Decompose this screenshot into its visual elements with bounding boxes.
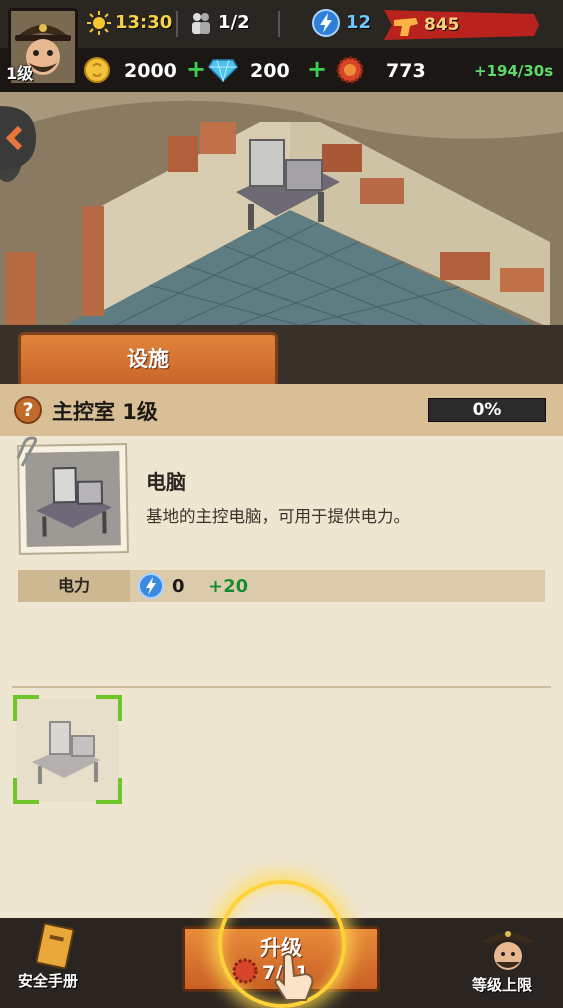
item-description: 基地的主控电脑，可用于提供电力。 bbox=[146, 507, 410, 526]
sheriff-portrait-icon bbox=[482, 931, 534, 970]
manual-label: 安全手册 bbox=[18, 972, 79, 990]
divider bbox=[176, 11, 178, 37]
energy-icon bbox=[138, 573, 164, 603]
bottle-cap-count: 773 bbox=[386, 60, 426, 82]
power-value: 845 bbox=[424, 15, 460, 35]
room-title: 主控室 1级 bbox=[52, 400, 158, 424]
slot-corner bbox=[13, 778, 39, 804]
equipment-slot[interactable] bbox=[13, 695, 122, 804]
player-level: 1级 bbox=[6, 64, 34, 83]
stat-label: 电力 bbox=[18, 570, 130, 602]
bottle-cap-icon bbox=[232, 958, 258, 988]
weapon-power-banner[interactable] bbox=[384, 6, 539, 48]
manual-book-icon bbox=[35, 922, 75, 970]
divider bbox=[278, 11, 280, 37]
slot-corner bbox=[96, 778, 122, 804]
level-cap-button[interactable]: 等级上限 bbox=[468, 922, 548, 998]
tab-facilities[interactable]: 设施 bbox=[18, 332, 278, 384]
energy-icon[interactable] bbox=[312, 9, 340, 41]
pointing-hand-icon bbox=[266, 950, 318, 1006]
diamond-count: 200 bbox=[250, 60, 290, 82]
safety-manual-button[interactable]: 安全手册 bbox=[14, 922, 90, 998]
help-icon[interactable]: ? bbox=[14, 396, 42, 424]
population-icon bbox=[188, 10, 214, 40]
add-coins-button[interactable]: + bbox=[186, 55, 206, 83]
income-rate: +194/30s bbox=[474, 62, 554, 80]
level-cap-label: 等级上限 bbox=[472, 976, 533, 994]
slot-corner bbox=[96, 695, 122, 721]
stat-value: 0 bbox=[172, 576, 185, 597]
add-diamonds-button[interactable]: + bbox=[307, 55, 327, 83]
stat-bonus: +20 bbox=[208, 576, 249, 597]
coin-count: 2000 bbox=[124, 60, 177, 82]
energy-count: 12 bbox=[346, 12, 372, 33]
progress-text: 0% bbox=[472, 400, 502, 420]
bottle-cap-icon bbox=[336, 56, 364, 88]
sun-icon bbox=[86, 10, 112, 40]
coin-icon bbox=[84, 57, 110, 87]
slot-corner bbox=[13, 695, 39, 721]
paperclip-icon bbox=[14, 436, 42, 474]
back-arrow-icon[interactable] bbox=[0, 106, 36, 174]
tab-label: 设施 bbox=[127, 347, 169, 371]
progress-bar: 0% bbox=[428, 398, 546, 422]
population-count: 1/2 bbox=[218, 12, 250, 33]
section-divider bbox=[12, 686, 551, 688]
room-scene[interactable] bbox=[0, 92, 563, 328]
diamond-icon bbox=[208, 58, 238, 86]
item-name: 电脑 bbox=[146, 470, 186, 494]
game-time: 13:30 bbox=[115, 12, 173, 33]
